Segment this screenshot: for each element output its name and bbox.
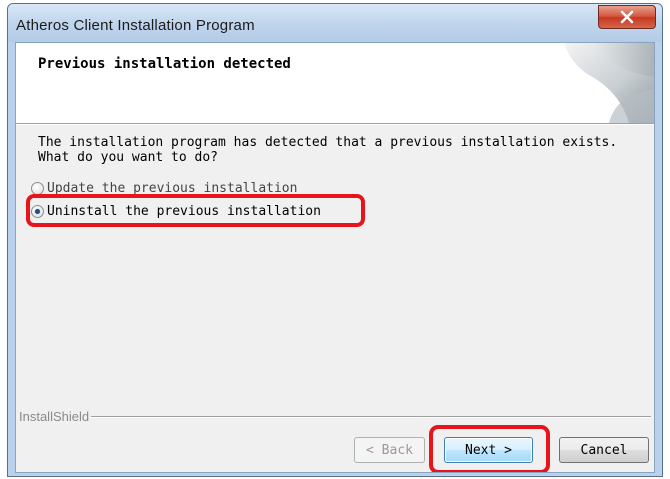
cancel-button[interactable]: Cancel xyxy=(559,437,649,463)
swoosh-graphic xyxy=(564,43,654,123)
footer-divider xyxy=(91,416,651,418)
dialog-body: Previous installation detected The insta… xyxy=(15,42,655,473)
dialog-header: Previous installation detected xyxy=(16,43,654,124)
title-bar[interactable]: Atheros Client Installation Program xyxy=(8,4,662,42)
back-button[interactable]: < Back xyxy=(354,437,425,463)
description-text: The installation program has detected th… xyxy=(38,135,618,165)
highlight-box-next xyxy=(429,425,550,472)
close-icon xyxy=(620,10,634,24)
highlight-box-uninstall xyxy=(26,194,365,227)
window-title: Atheros Client Installation Program xyxy=(16,17,255,34)
installer-window: Atheros Client Installation Program Prev… xyxy=(7,3,663,477)
page-title: Previous installation detected xyxy=(38,56,291,72)
installshield-brand: InstallShield xyxy=(19,409,96,424)
close-button[interactable] xyxy=(598,5,656,29)
